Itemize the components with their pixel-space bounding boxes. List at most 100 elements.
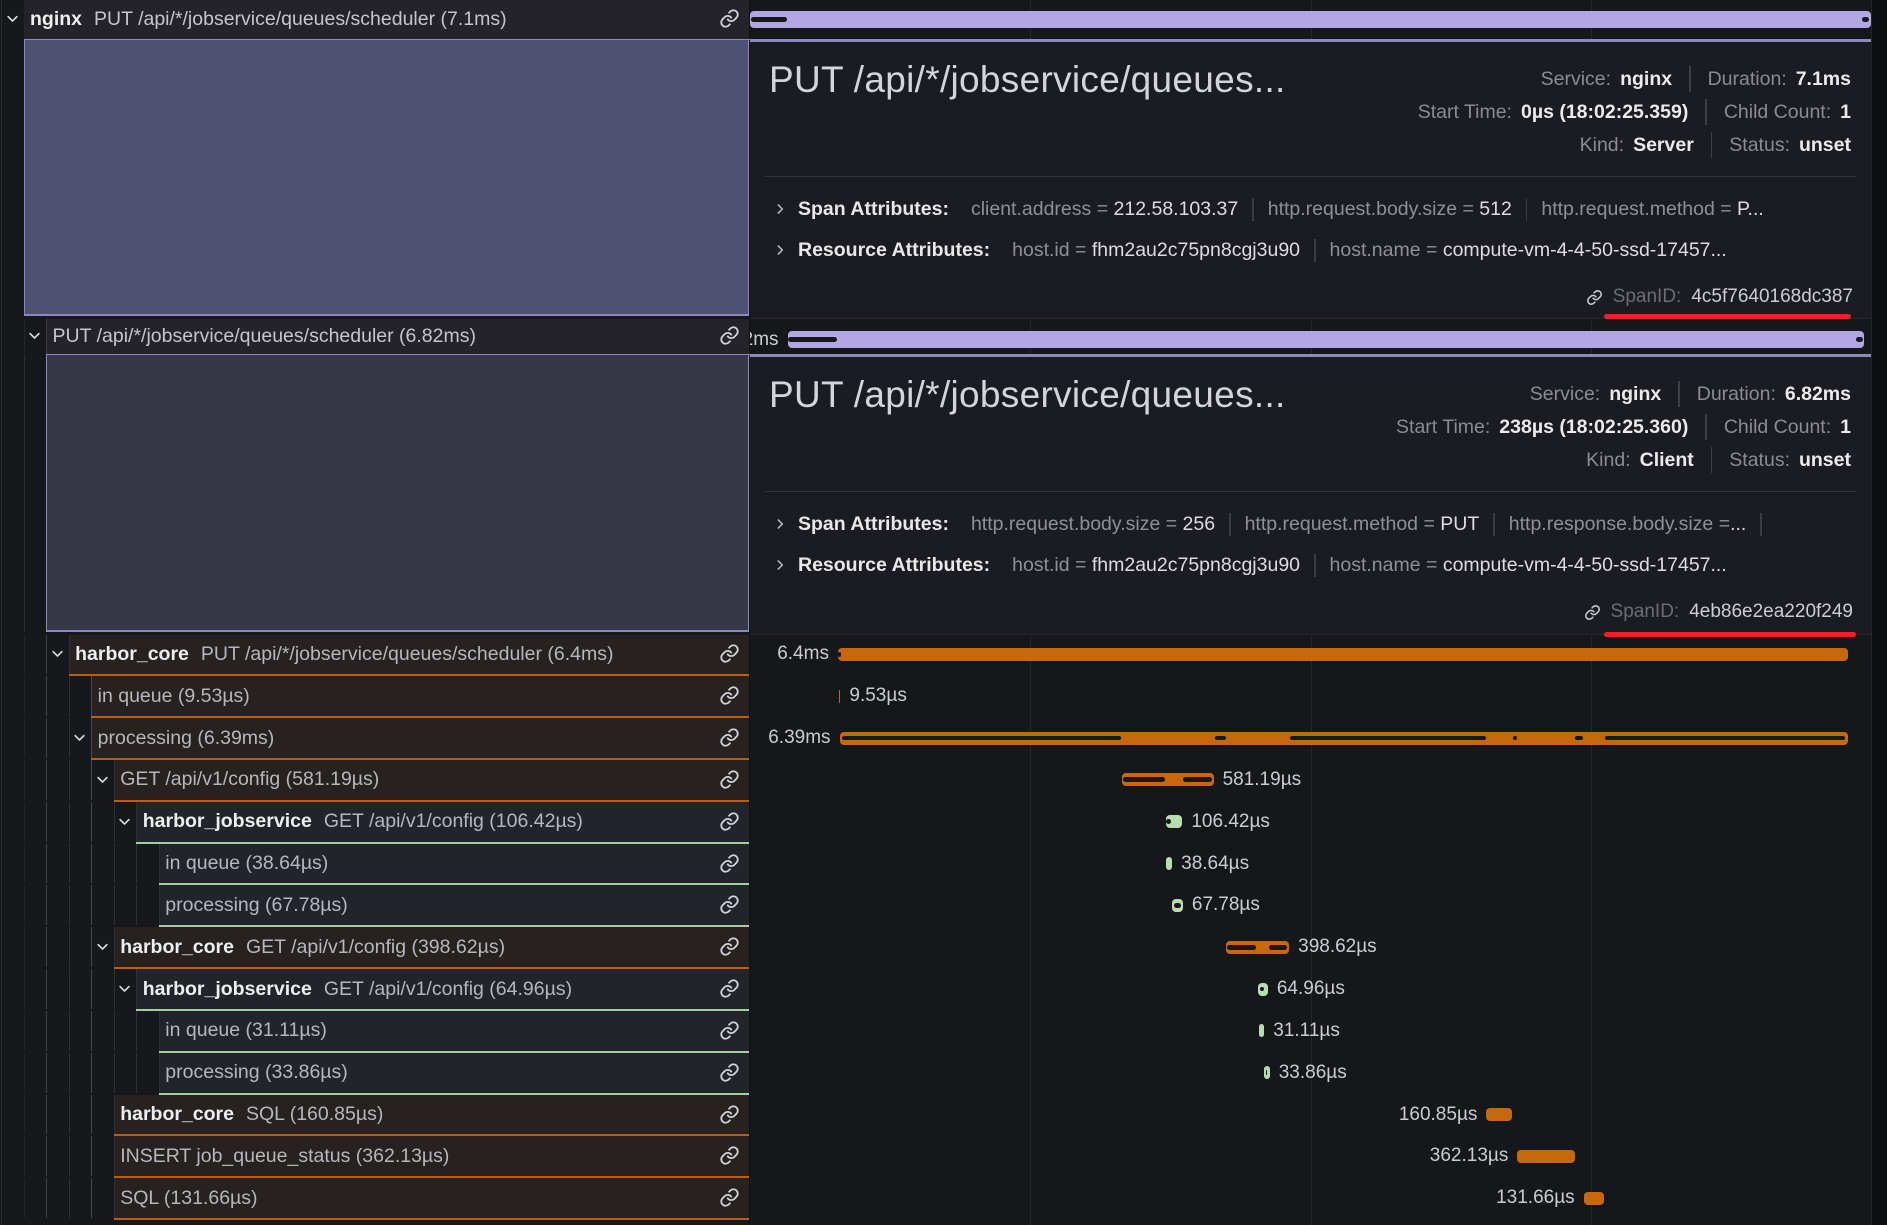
span-bar[interactable]	[1517, 1150, 1574, 1163]
link-icon[interactable]	[719, 1062, 740, 1083]
link-icon[interactable]	[719, 8, 740, 29]
link-icon[interactable]	[719, 853, 740, 874]
chevron-right-icon[interactable]	[773, 517, 787, 531]
link-icon[interactable]	[1584, 604, 1601, 621]
link-icon[interactable]	[719, 769, 740, 790]
link-icon[interactable]	[719, 325, 740, 346]
attr-equals: =	[1070, 554, 1092, 577]
span-row[interactable]: in queue (31.11µs)	[0, 1011, 750, 1053]
link-icon[interactable]	[719, 727, 740, 748]
span-row-label: INSERT job_queue_status (362.13µs)	[120, 1136, 718, 1176]
span-row[interactable]: SQL (131.66µs)	[0, 1178, 750, 1220]
chevron-down-icon[interactable]	[27, 328, 42, 343]
span-bar-self-time-tick	[1856, 337, 1863, 342]
span-id-value[interactable]: 4eb86e2ea220f249	[1689, 601, 1853, 623]
span-row[interactable]: processing (6.39ms)	[0, 718, 750, 760]
detail-meta-line: Start Time:0µs (18:02:25.359)Child Count…	[1091, 96, 1851, 129]
span-row[interactable]: harbor_coreGET /api/v1/config (398.62µs)	[0, 927, 750, 969]
link-icon[interactable]	[719, 936, 740, 957]
link-icon[interactable]	[719, 1187, 740, 1208]
span-row[interactable]: processing (33.86µs)	[0, 1053, 750, 1095]
indent-guide	[114, 1095, 115, 1135]
span-bar[interactable]	[1486, 1108, 1511, 1121]
indent-guide	[159, 1053, 160, 1093]
link-icon[interactable]	[719, 1104, 740, 1125]
chevron-down-icon[interactable]	[95, 772, 110, 787]
span-duration-label: 581.19µs	[1223, 768, 1302, 792]
link-icon[interactable]	[719, 978, 740, 999]
link-icon[interactable]	[719, 1145, 740, 1166]
expanded-span-box[interactable]	[46, 355, 749, 632]
attr-value: compute-vm-4-4-50-ssd-17457...	[1443, 554, 1727, 577]
span-operation-name: processing (6.39ms)	[98, 727, 275, 750]
chevron-down-icon[interactable]	[72, 730, 87, 745]
span-id-value[interactable]: 4c5f7640168dc387	[1691, 286, 1853, 308]
chevron-right-icon[interactable]	[773, 243, 787, 257]
span-bar[interactable]	[750, 11, 1871, 28]
span-row-label: nginxPUT /api/*/jobservice/queues/schedu…	[30, 0, 718, 39]
indent-guide	[91, 676, 92, 716]
meta-divider	[1711, 447, 1713, 473]
expanded-span-box[interactable]	[24, 40, 750, 316]
link-icon[interactable]	[719, 811, 740, 832]
meta-divider	[1705, 99, 1707, 125]
span-bar-self-time-tick	[1290, 736, 1485, 741]
indent-guide	[91, 1053, 92, 1093]
span-duration-label: 6.82ms	[750, 328, 779, 352]
span-row[interactable]: harbor_jobserviceGET /api/v1/config (64.…	[0, 969, 750, 1011]
span-row[interactable]: processing (67.78µs)	[0, 885, 750, 927]
link-icon[interactable]	[719, 894, 740, 915]
link-icon[interactable]	[1586, 289, 1603, 306]
span-row[interactable]: nginxPUT /api/*/jobservice/queues/schedu…	[0, 0, 750, 42]
indent-guide	[114, 760, 115, 800]
annotation-underline	[1604, 632, 1856, 637]
resource-attributes-row[interactable]: Resource Attributes:host.id = fhm2au2c75…	[773, 552, 1857, 578]
link-icon[interactable]	[719, 643, 740, 664]
chevron-right-icon[interactable]	[773, 202, 787, 216]
chevron-down-icon[interactable]	[5, 11, 20, 26]
span-row[interactable]: harbor_coreSQL (160.85µs)	[0, 1095, 750, 1137]
span-bar[interactable]	[838, 648, 1848, 661]
span-bar[interactable]	[1166, 857, 1172, 870]
attr-section-label[interactable]: Resource Attributes:	[798, 239, 990, 262]
span-attributes-row[interactable]: Span Attributes:http.request.body.size =…	[773, 511, 1857, 537]
attr-value: PUT	[1440, 513, 1479, 536]
link-icon[interactable]	[719, 1020, 740, 1041]
span-bar[interactable]	[1264, 1066, 1269, 1079]
span-bar-self-time-tick	[1215, 736, 1226, 741]
span-bar[interactable]	[1584, 1192, 1605, 1205]
attr-section-label[interactable]: Span Attributes:	[798, 513, 949, 536]
attr-section-label[interactable]: Span Attributes:	[798, 198, 949, 221]
span-bar[interactable]	[839, 690, 841, 703]
span-bar-self-time-tick	[1605, 736, 1845, 741]
span-row[interactable]: INSERT job_queue_status (362.13µs)	[0, 1136, 750, 1178]
attr-section-label[interactable]: Resource Attributes:	[798, 554, 990, 577]
span-service-name: nginx	[30, 8, 82, 31]
link-icon[interactable]	[719, 685, 740, 706]
chevron-down-icon[interactable]	[50, 646, 65, 661]
meta-label: Duration:	[1708, 68, 1787, 91]
span-duration-label: 398.62µs	[1298, 935, 1377, 959]
span-row[interactable]: harbor_corePUT /api/*/jobservice/queues/…	[0, 635, 750, 677]
chevron-down-icon[interactable]	[117, 814, 132, 829]
chevron-down-icon[interactable]	[95, 939, 110, 954]
resource-attributes-row[interactable]: Resource Attributes:host.id = fhm2au2c75…	[773, 237, 1857, 263]
span-bar[interactable]	[788, 331, 1865, 348]
indent-guide	[136, 969, 137, 1009]
span-row[interactable]: harbor_jobserviceGET /api/v1/config (106…	[0, 802, 750, 844]
indent-guide	[114, 885, 115, 925]
span-attributes-row[interactable]: Span Attributes:client.address = 212.58.…	[773, 196, 1857, 222]
chevron-down-icon[interactable]	[117, 981, 132, 996]
meta-value: 1	[1840, 101, 1851, 124]
span-row[interactable]: GET /api/v1/config (581.19µs)	[0, 760, 750, 802]
span-bar-self-time-tick	[1862, 17, 1869, 22]
span-bar[interactable]	[1259, 1024, 1264, 1037]
span-row[interactable]: in queue (38.64µs)	[0, 844, 750, 886]
span-operation-name: SQL (160.85µs)	[246, 1103, 383, 1126]
span-row[interactable]: PUT /api/*/jobservice/queues/scheduler (…	[0, 319, 750, 357]
chevron-right-icon[interactable]	[773, 558, 787, 572]
attr-key: host.name	[1330, 239, 1421, 262]
indent-guide	[69, 1053, 70, 1093]
indent-guide	[46, 927, 47, 967]
span-row[interactable]: in queue (9.53µs)	[0, 676, 750, 718]
